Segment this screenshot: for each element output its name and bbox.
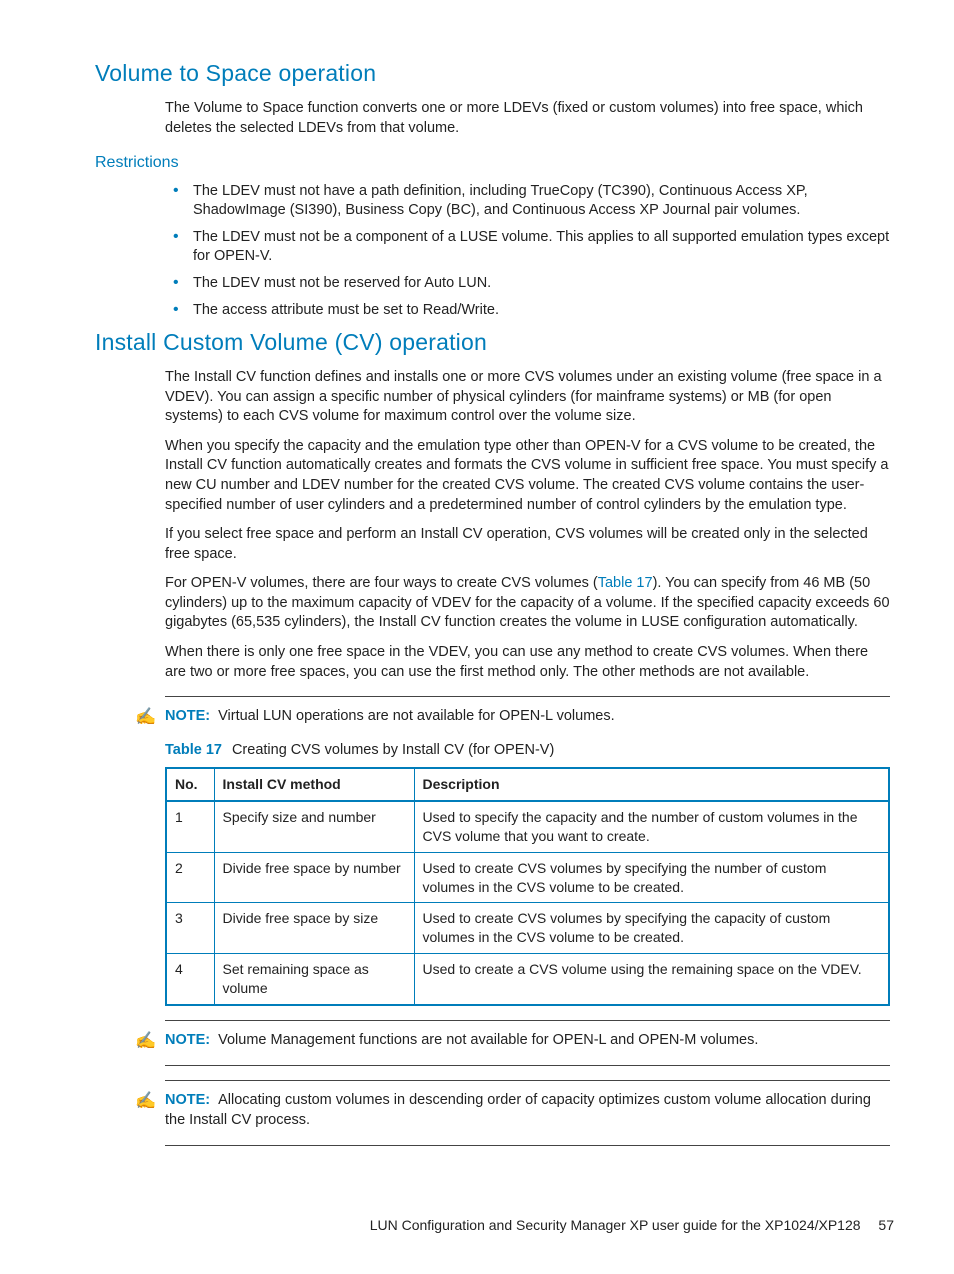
link-table-17[interactable]: Table 17 xyxy=(598,575,653,591)
heading-restrictions: Restrictions xyxy=(95,152,894,174)
cell-no: 1 xyxy=(166,801,214,852)
cell-method: Set remaining space as volume xyxy=(214,954,414,1005)
cell-no: 3 xyxy=(166,903,214,954)
paragraph: When you specify the capacity and the em… xyxy=(165,437,890,515)
cell-method: Specify size and number xyxy=(214,801,414,852)
restrictions-list: The LDEV must not have a path definition… xyxy=(165,182,890,320)
cell-method: Divide free space by size xyxy=(214,903,414,954)
paragraph: The Volume to Space function converts on… xyxy=(165,99,890,138)
note-label: NOTE: xyxy=(165,708,210,724)
note-icon: ✍ xyxy=(135,707,157,727)
page-number: 57 xyxy=(878,1217,894,1233)
heading-volume-to-space: Volume to Space operation xyxy=(95,58,894,89)
list-item: The LDEV must not be reserved for Auto L… xyxy=(165,274,890,294)
cell-desc: Used to create CVS volumes by specifying… xyxy=(414,903,889,954)
table-header-method: Install CV method xyxy=(214,768,414,801)
table-caption-text: Creating CVS volumes by Install CV (for … xyxy=(232,742,554,758)
paragraph: For OPEN-V volumes, there are four ways … xyxy=(165,574,890,633)
paragraph: If you select free space and perform an … xyxy=(165,525,890,564)
note-text: Volume Management functions are not avai… xyxy=(218,1032,758,1048)
divider xyxy=(165,696,890,697)
paragraph: The Install CV function defines and inst… xyxy=(165,368,890,427)
cell-no: 2 xyxy=(166,852,214,903)
cell-desc: Used to create a CVS volume using the re… xyxy=(414,954,889,1005)
note-block: ✍ NOTE:Allocating custom volumes in desc… xyxy=(165,1091,890,1130)
cell-no: 4 xyxy=(166,954,214,1005)
table-label: Table 17 xyxy=(165,742,222,758)
note-label: NOTE: xyxy=(165,1032,210,1048)
list-item: The access attribute must be set to Read… xyxy=(165,301,890,321)
table-row: 2 Divide free space by number Used to cr… xyxy=(166,852,889,903)
footer-title: LUN Configuration and Security Manager X… xyxy=(370,1217,861,1233)
cell-method: Divide free space by number xyxy=(214,852,414,903)
table-header-no: No. xyxy=(166,768,214,801)
table-row: 1 Specify size and number Used to specif… xyxy=(166,801,889,852)
note-block: ✍ NOTE:Virtual LUN operations are not av… xyxy=(165,707,890,727)
table-row: 3 Divide free space by size Used to crea… xyxy=(166,903,889,954)
table-header-row: No. Install CV method Description xyxy=(166,768,889,801)
note-icon: ✍ xyxy=(135,1031,157,1051)
note-block: ✍ NOTE:Volume Management functions are n… xyxy=(165,1031,890,1051)
cell-desc: Used to specify the capacity and the num… xyxy=(414,801,889,852)
divider xyxy=(165,1080,890,1081)
list-item: The LDEV must not have a path definition… xyxy=(165,182,890,221)
page-footer: LUN Configuration and Security Manager X… xyxy=(60,1216,894,1235)
cell-desc: Used to create CVS volumes by specifying… xyxy=(414,852,889,903)
divider xyxy=(165,1020,890,1021)
paragraph: When there is only one free space in the… xyxy=(165,643,890,682)
note-label: NOTE: xyxy=(165,1092,210,1108)
list-item: The LDEV must not be a component of a LU… xyxy=(165,228,890,267)
note-text: Allocating custom volumes in descending … xyxy=(165,1092,871,1128)
table-header-description: Description xyxy=(414,768,889,801)
divider xyxy=(165,1145,890,1146)
text-span: For OPEN-V volumes, there are four ways … xyxy=(165,575,598,591)
table-cvs-methods: No. Install CV method Description 1 Spec… xyxy=(165,767,890,1006)
table-row: 4 Set remaining space as volume Used to … xyxy=(166,954,889,1005)
note-icon: ✍ xyxy=(135,1091,157,1111)
divider xyxy=(165,1065,890,1066)
table-caption: Table 17 Creating CVS volumes by Install … xyxy=(165,741,890,761)
heading-install-cv: Install Custom Volume (CV) operation xyxy=(95,327,894,358)
note-text: Virtual LUN operations are not available… xyxy=(218,708,615,724)
